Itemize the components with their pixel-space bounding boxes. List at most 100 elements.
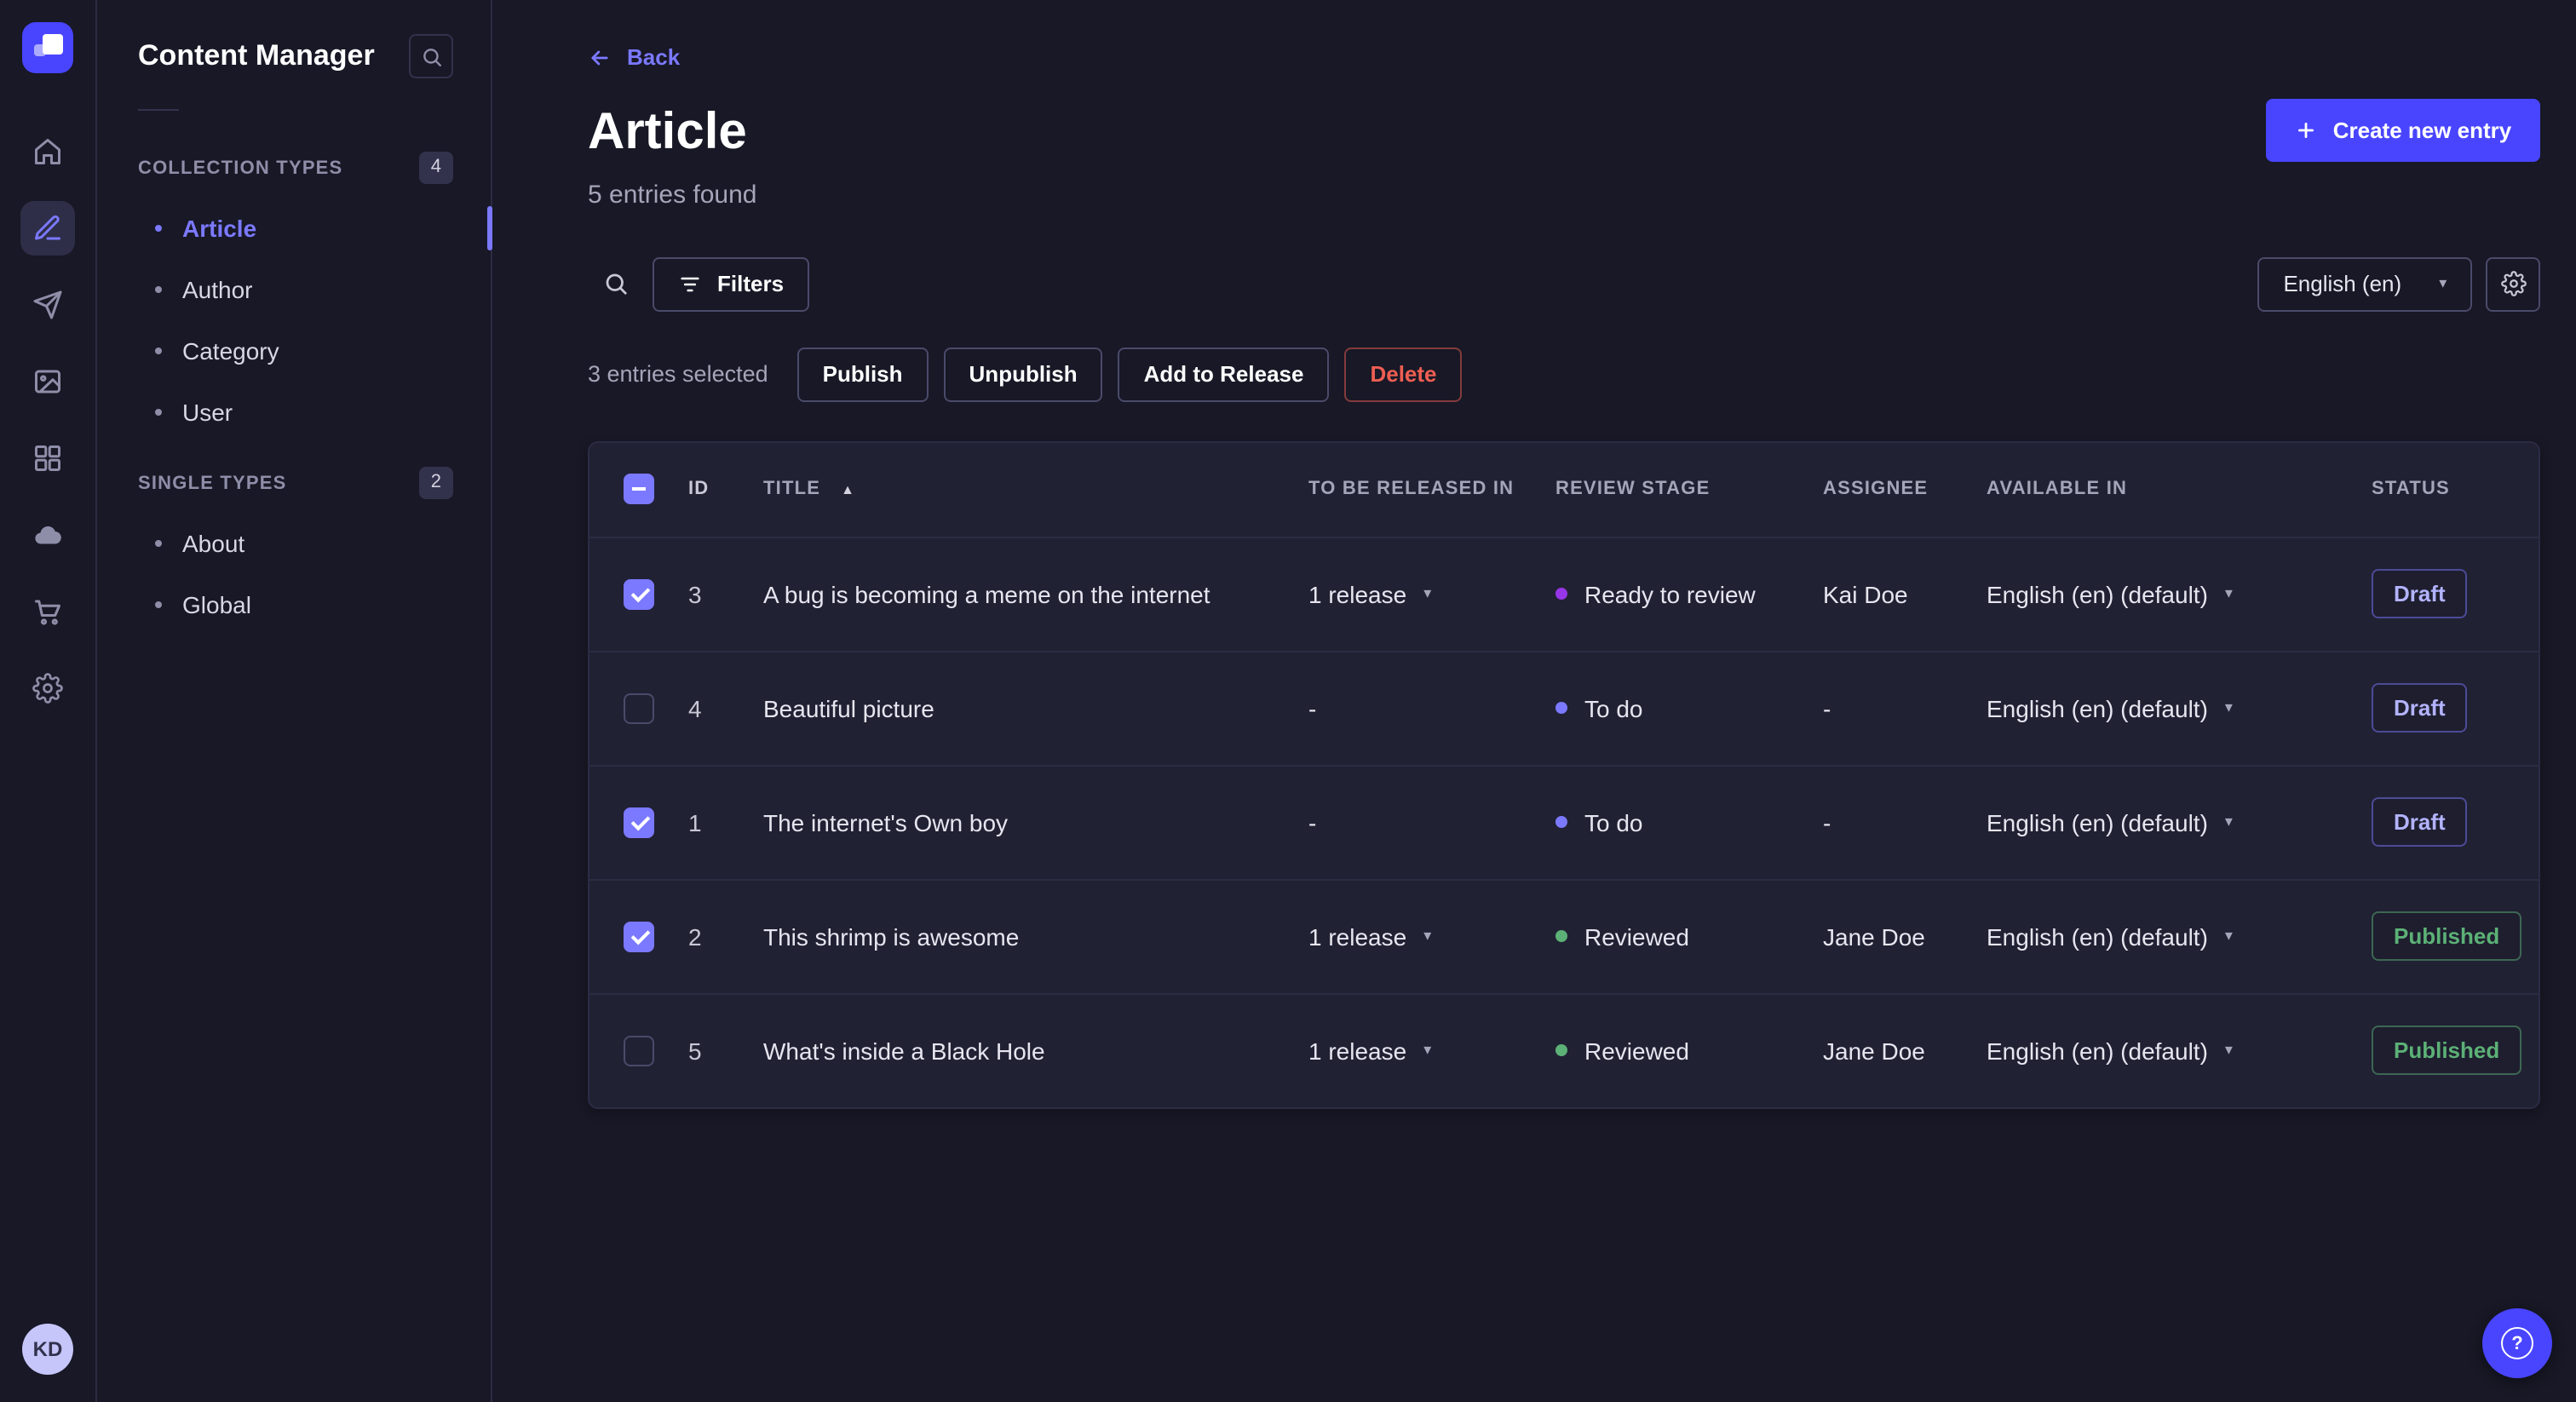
cell-available-in[interactable]: English (en) (default) ▾ [1987,808,2372,836]
col-header-title[interactable]: TITLE ▲ [763,479,1308,499]
main-content: Back Article 5 entries found Create new … [492,0,2576,1402]
cell-id: 1 [688,808,702,836]
divider [138,109,179,111]
help-button[interactable]: ? [2482,1308,2552,1378]
publish-button[interactable]: Publish [796,347,929,401]
cell-release[interactable]: 1 release ▾ [1308,1037,1555,1064]
locale-select[interactable]: English (en) ▾ [2257,256,2473,311]
unpublish-button[interactable]: Unpublish [943,347,1103,401]
delete-button[interactable]: Delete [1344,347,1463,401]
marketplace-icon[interactable] [20,584,75,639]
sidebar-title: Content Manager [138,39,375,72]
cell-available-in[interactable]: English (en) (default) ▾ [1987,580,2372,607]
sidebar-item-global[interactable]: Global [97,574,491,635]
cloud-icon[interactable] [20,508,75,562]
sidebar-item-label: About [182,530,245,557]
col-header-id[interactable]: ID [685,479,763,499]
cell-available-in[interactable]: English (en) (default) ▾ [1987,694,2372,721]
table-row[interactable]: 1 The internet's Own boy - ▾ To do - Eng… [589,764,2539,878]
chevron-down-icon: ▾ [1423,927,1432,944]
create-new-entry-button[interactable]: Create new entry [2266,99,2541,162]
back-link[interactable]: Back [588,44,680,70]
cell-release[interactable]: - ▾ [1308,808,1555,836]
stage-dot [1555,588,1567,600]
stage-dot [1555,702,1567,714]
plus-icon [2298,123,2314,138]
row-checkbox[interactable] [624,807,654,837]
row-checkbox[interactable] [624,921,654,951]
col-header-release: TO BE RELEASED IN [1308,479,1515,499]
table-row[interactable]: 5 What's inside a Black Hole 1 release ▾… [589,992,2539,1106]
cell-title: A bug is becoming a meme on the internet [763,580,1210,607]
chevron-down-icon: ▾ [2224,698,2233,715]
chevron-down-icon: ▾ [1423,584,1432,601]
sidebar-search-button[interactable] [409,34,453,78]
row-checkbox[interactable] [624,692,654,723]
view-settings-button[interactable] [2486,256,2541,311]
row-checkbox[interactable] [624,1035,654,1066]
bullet-icon [155,348,162,354]
cell-available-in[interactable]: English (en) (default) ▾ [1987,922,2372,950]
cell-assignee: - [1823,808,1831,836]
cell-release[interactable]: 1 release ▾ [1308,580,1555,607]
cell-id: 3 [688,580,702,607]
table-row[interactable]: 2 This shrimp is awesome 1 release ▾ Rev… [589,878,2539,992]
content-type-builder-icon[interactable] [20,431,75,486]
chevron-down-icon: ▾ [2224,1041,2233,1058]
section-label-collection-types: COLLECTION TYPES [138,158,343,178]
sidebar-item-article[interactable]: Article [97,198,492,259]
sidebar-item-label: Global [182,591,251,618]
add-to-release-button[interactable]: Add to Release [1118,347,1330,401]
filters-button[interactable]: Filters [653,256,810,311]
home-icon[interactable] [20,124,75,179]
cell-release[interactable]: - ▾ [1308,694,1555,721]
cell-id: 5 [688,1037,702,1064]
table-row[interactable]: 3 A bug is becoming a meme on the intern… [589,536,2539,650]
select-all-checkbox[interactable] [624,474,654,504]
stage-dot [1555,1044,1567,1056]
media-library-icon[interactable] [20,354,75,409]
single-types-count-badge: 2 [418,467,453,499]
cell-available-in[interactable]: English (en) (default) ▾ [1987,1037,2372,1064]
user-avatar[interactable]: KD [22,1324,73,1375]
cell-title: Beautiful picture [763,694,934,721]
arrow-left-icon [591,49,608,65]
bullet-icon [155,286,162,293]
strapi-logo[interactable] [22,22,73,73]
bullet-icon [155,225,162,232]
sidebar-item-label: Article [182,215,257,242]
search-icon [605,273,626,295]
bullet-icon [155,601,162,608]
cell-review-stage: To do [1555,808,1823,836]
chevron-down-icon: ▾ [1423,1041,1432,1058]
status-badge: Published [2372,1026,2522,1075]
cell-id: 4 [688,694,702,721]
table-row[interactable]: 4 Beautiful picture - ▾ To do - English … [589,650,2539,764]
stage-dot [1555,930,1567,942]
chevron-down-icon: ▾ [2439,274,2447,291]
releases-icon[interactable] [20,278,75,332]
cell-assignee: Jane Doe [1823,922,1925,950]
content-manager-icon[interactable] [20,201,75,256]
sidebar-item-author[interactable]: Author [97,259,491,320]
search-button[interactable] [588,256,642,311]
bullet-icon [155,409,162,416]
col-header-status: STATUS [2372,479,2450,499]
cell-review-stage: Ready to review [1555,580,1823,607]
cell-title: The internet's Own boy [763,808,1009,836]
row-checkbox[interactable] [624,578,654,609]
chevron-down-icon: ▾ [2224,584,2233,601]
cell-release[interactable]: 1 release ▾ [1308,922,1555,950]
status-badge: Draft [2372,797,2468,847]
entries-count: 5 entries found [588,180,757,209]
status-badge: Draft [2372,569,2468,618]
sidebar-item-about[interactable]: About [97,513,491,574]
cell-assignee: - [1823,694,1831,721]
selected-count-text: 3 entries selected [588,361,768,387]
status-badge: Draft [2372,683,2468,733]
cell-title: What's inside a Black Hole [763,1037,1045,1064]
sidebar-item-label: Category [182,337,279,365]
settings-icon[interactable] [20,661,75,715]
sidebar-item-category[interactable]: Category [97,320,491,382]
sidebar-item-user[interactable]: User [97,382,491,443]
